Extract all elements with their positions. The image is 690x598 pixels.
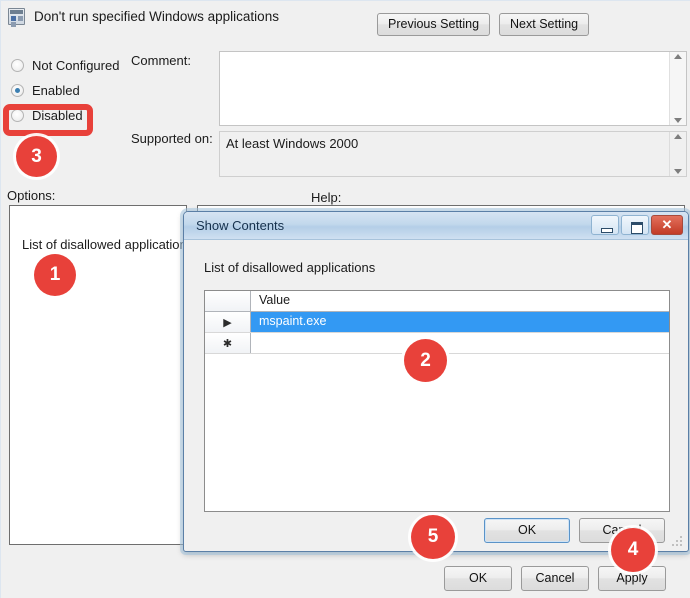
dialog-subtitle: List of disallowed applications [204,260,376,275]
comment-label: Comment: [131,53,191,68]
page-title: Don't run specified Windows applications [34,8,279,24]
row-indicator-icon: ▶ [205,312,251,332]
supported-on-scrollbar[interactable] [669,132,686,176]
options-pane: List of disallowed applications [9,205,193,545]
radio-label-enabled: Enabled [32,83,80,98]
main-cancel-button[interactable]: Cancel [521,566,589,591]
grid-header-value: Value [251,291,669,311]
main-ok-button[interactable]: OK [444,566,512,591]
help-label: Help: [311,190,342,205]
options-label: Options: [7,188,56,203]
comment-value [220,52,669,125]
close-icon[interactable]: ✕ [651,215,683,235]
setting-nav-buttons: Previous Setting Next Setting [377,13,590,36]
grid-header-indicator [205,291,251,311]
scroll-down-icon[interactable] [674,118,682,123]
scroll-up-icon[interactable] [674,54,682,59]
scroll-down-icon[interactable] [674,169,682,174]
minimize-icon[interactable] [591,215,619,235]
radio-label-not-configured: Not Configured [32,58,120,73]
row-value[interactable]: mspaint.exe [251,312,669,332]
annotation-badge-2: 2 [404,339,447,382]
comment-input[interactable] [219,51,687,126]
annotation-badge-1: 1 [34,254,76,296]
comment-scrollbar[interactable] [669,52,686,125]
supported-on-field: At least Windows 2000 [219,131,687,177]
table-row[interactable]: ▶ mspaint.exe [205,312,669,333]
annotation-badge-3: 3 [16,136,57,177]
values-grid[interactable]: Value ▶ mspaint.exe ✱ [204,290,670,512]
options-list-label: List of disallowed applications [22,237,194,252]
highlight-disabled-radio [3,104,93,136]
new-row-indicator-icon: ✱ [205,333,251,353]
resize-grip[interactable] [672,536,684,548]
scroll-up-icon[interactable] [674,134,682,139]
radio-icon-enabled [11,84,24,97]
dialog-ok-button[interactable]: OK [484,518,570,543]
maximize-icon[interactable] [621,215,649,235]
close-glyph: ✕ [661,217,673,232]
screenshot-root: Don't run specified Windows applications… [0,0,690,598]
dialog-caption-buttons: ✕ [591,215,683,235]
dialog-title: Show Contents [196,218,285,233]
radio-enabled[interactable]: Enabled [11,78,191,103]
radio-icon-not-configured [11,59,24,72]
previous-setting-button[interactable]: Previous Setting [377,13,491,36]
show-contents-dialog: Show Contents ✕ List of disallowed appli… [183,211,689,552]
supported-on-label: Supported on: [131,131,213,146]
next-setting-button[interactable]: Next Setting [499,13,590,36]
policy-setting-icon [8,7,25,25]
annotation-badge-4: 4 [611,528,655,572]
supported-on-value: At least Windows 2000 [226,136,359,151]
new-row-value[interactable] [251,333,669,353]
dialog-titlebar: Show Contents ✕ [184,212,688,240]
annotation-badge-5: 5 [411,515,455,559]
grid-header-row: Value [205,291,669,312]
